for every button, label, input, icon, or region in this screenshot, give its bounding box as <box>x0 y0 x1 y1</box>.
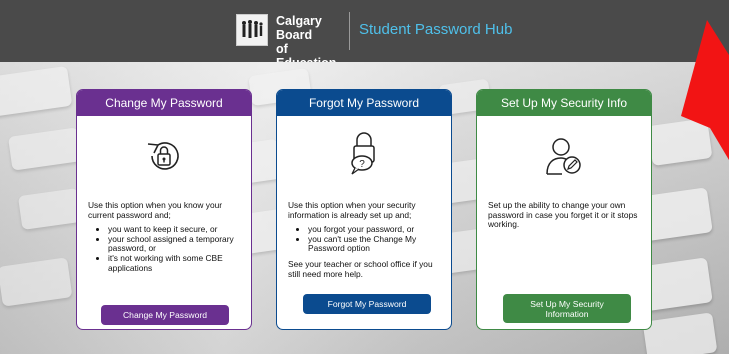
red-arrow-annotation <box>681 20 729 160</box>
